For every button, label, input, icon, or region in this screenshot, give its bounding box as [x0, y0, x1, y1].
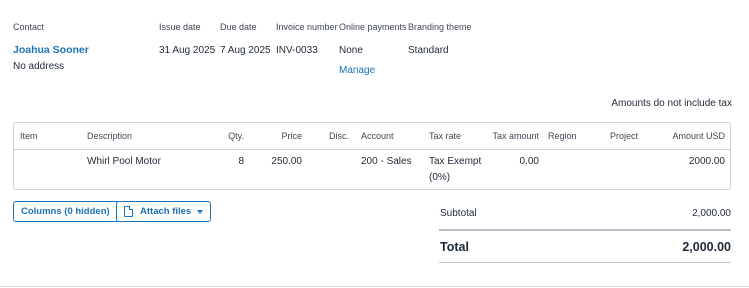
contact-label: Contact [13, 22, 45, 32]
row-tax-amount: 0.00 [519, 156, 539, 167]
totals-bottom-divider [439, 262, 731, 263]
col-tax-amount: Tax amount [492, 131, 539, 141]
due-date-value[interactable]: 7 Aug 2025 [220, 45, 271, 56]
attach-files-button[interactable]: Attach files [116, 201, 212, 222]
branding-theme-label: Branding theme [408, 22, 472, 32]
col-item: Item [20, 131, 38, 141]
line-items-table: Item Description Qty. Price Disc. Accoun… [13, 122, 731, 190]
col-price: Price [281, 131, 302, 141]
issue-date-label: Issue date [159, 22, 201, 32]
attach-files-label: Attach files [140, 206, 192, 217]
chevron-down-icon [197, 209, 204, 214]
row-description[interactable]: Whirl Pool Motor [87, 156, 161, 167]
issue-date-value[interactable]: 31 Aug 2025 [159, 45, 215, 56]
tax-mode-select[interactable]: Amounts do not include tax [611, 98, 732, 109]
col-description: Description [87, 131, 133, 141]
row-tax-rate[interactable]: Tax Exempt [429, 156, 481, 167]
col-qty: Qty. [228, 131, 244, 141]
subtotal-value: 2,000.00 [692, 208, 731, 219]
row-amount[interactable]: 2000.00 [689, 156, 725, 167]
subtotal-label: Subtotal [440, 208, 477, 219]
row-price[interactable]: 250.00 [271, 156, 302, 167]
columns-button[interactable]: Columns (0 hidden) [13, 201, 130, 222]
table-header: Item Description Qty. Price Disc. Accoun… [14, 123, 730, 150]
columns-button-label: Columns (0 hidden) [21, 206, 110, 217]
online-payments-label: Online payments [339, 22, 407, 32]
col-region: Region [548, 131, 577, 141]
totals-divider [439, 229, 731, 231]
col-account: Account [361, 131, 394, 141]
branding-theme-value[interactable]: Standard [408, 45, 449, 56]
contact-name-link[interactable]: Joahua Sooner [13, 44, 89, 56]
manage-link[interactable]: Manage [339, 65, 375, 76]
due-date-label: Due date [220, 22, 257, 32]
file-icon [124, 206, 133, 217]
col-amount: Amount USD [672, 131, 725, 141]
total-value: 2,000.00 [682, 240, 731, 254]
col-tax-rate: Tax rate [429, 131, 462, 141]
row-tax-rate-percent: (0%) [429, 172, 451, 183]
row-account[interactable]: 200 - Sales [361, 156, 412, 167]
col-project: Project [610, 131, 639, 141]
invoice-number-label: Invoice number [276, 22, 338, 32]
table-row[interactable]: Whirl Pool Motor 8 250.00 200 - Sales Ta… [14, 150, 730, 189]
online-payments-value: None [339, 45, 363, 56]
page-divider [0, 286, 749, 287]
contact-address: No address [13, 61, 65, 72]
invoice-number-value[interactable]: INV-0033 [276, 45, 318, 56]
row-qty[interactable]: 8 [238, 156, 244, 167]
col-disc: Disc. [329, 131, 349, 141]
total-label: Total [440, 240, 469, 254]
